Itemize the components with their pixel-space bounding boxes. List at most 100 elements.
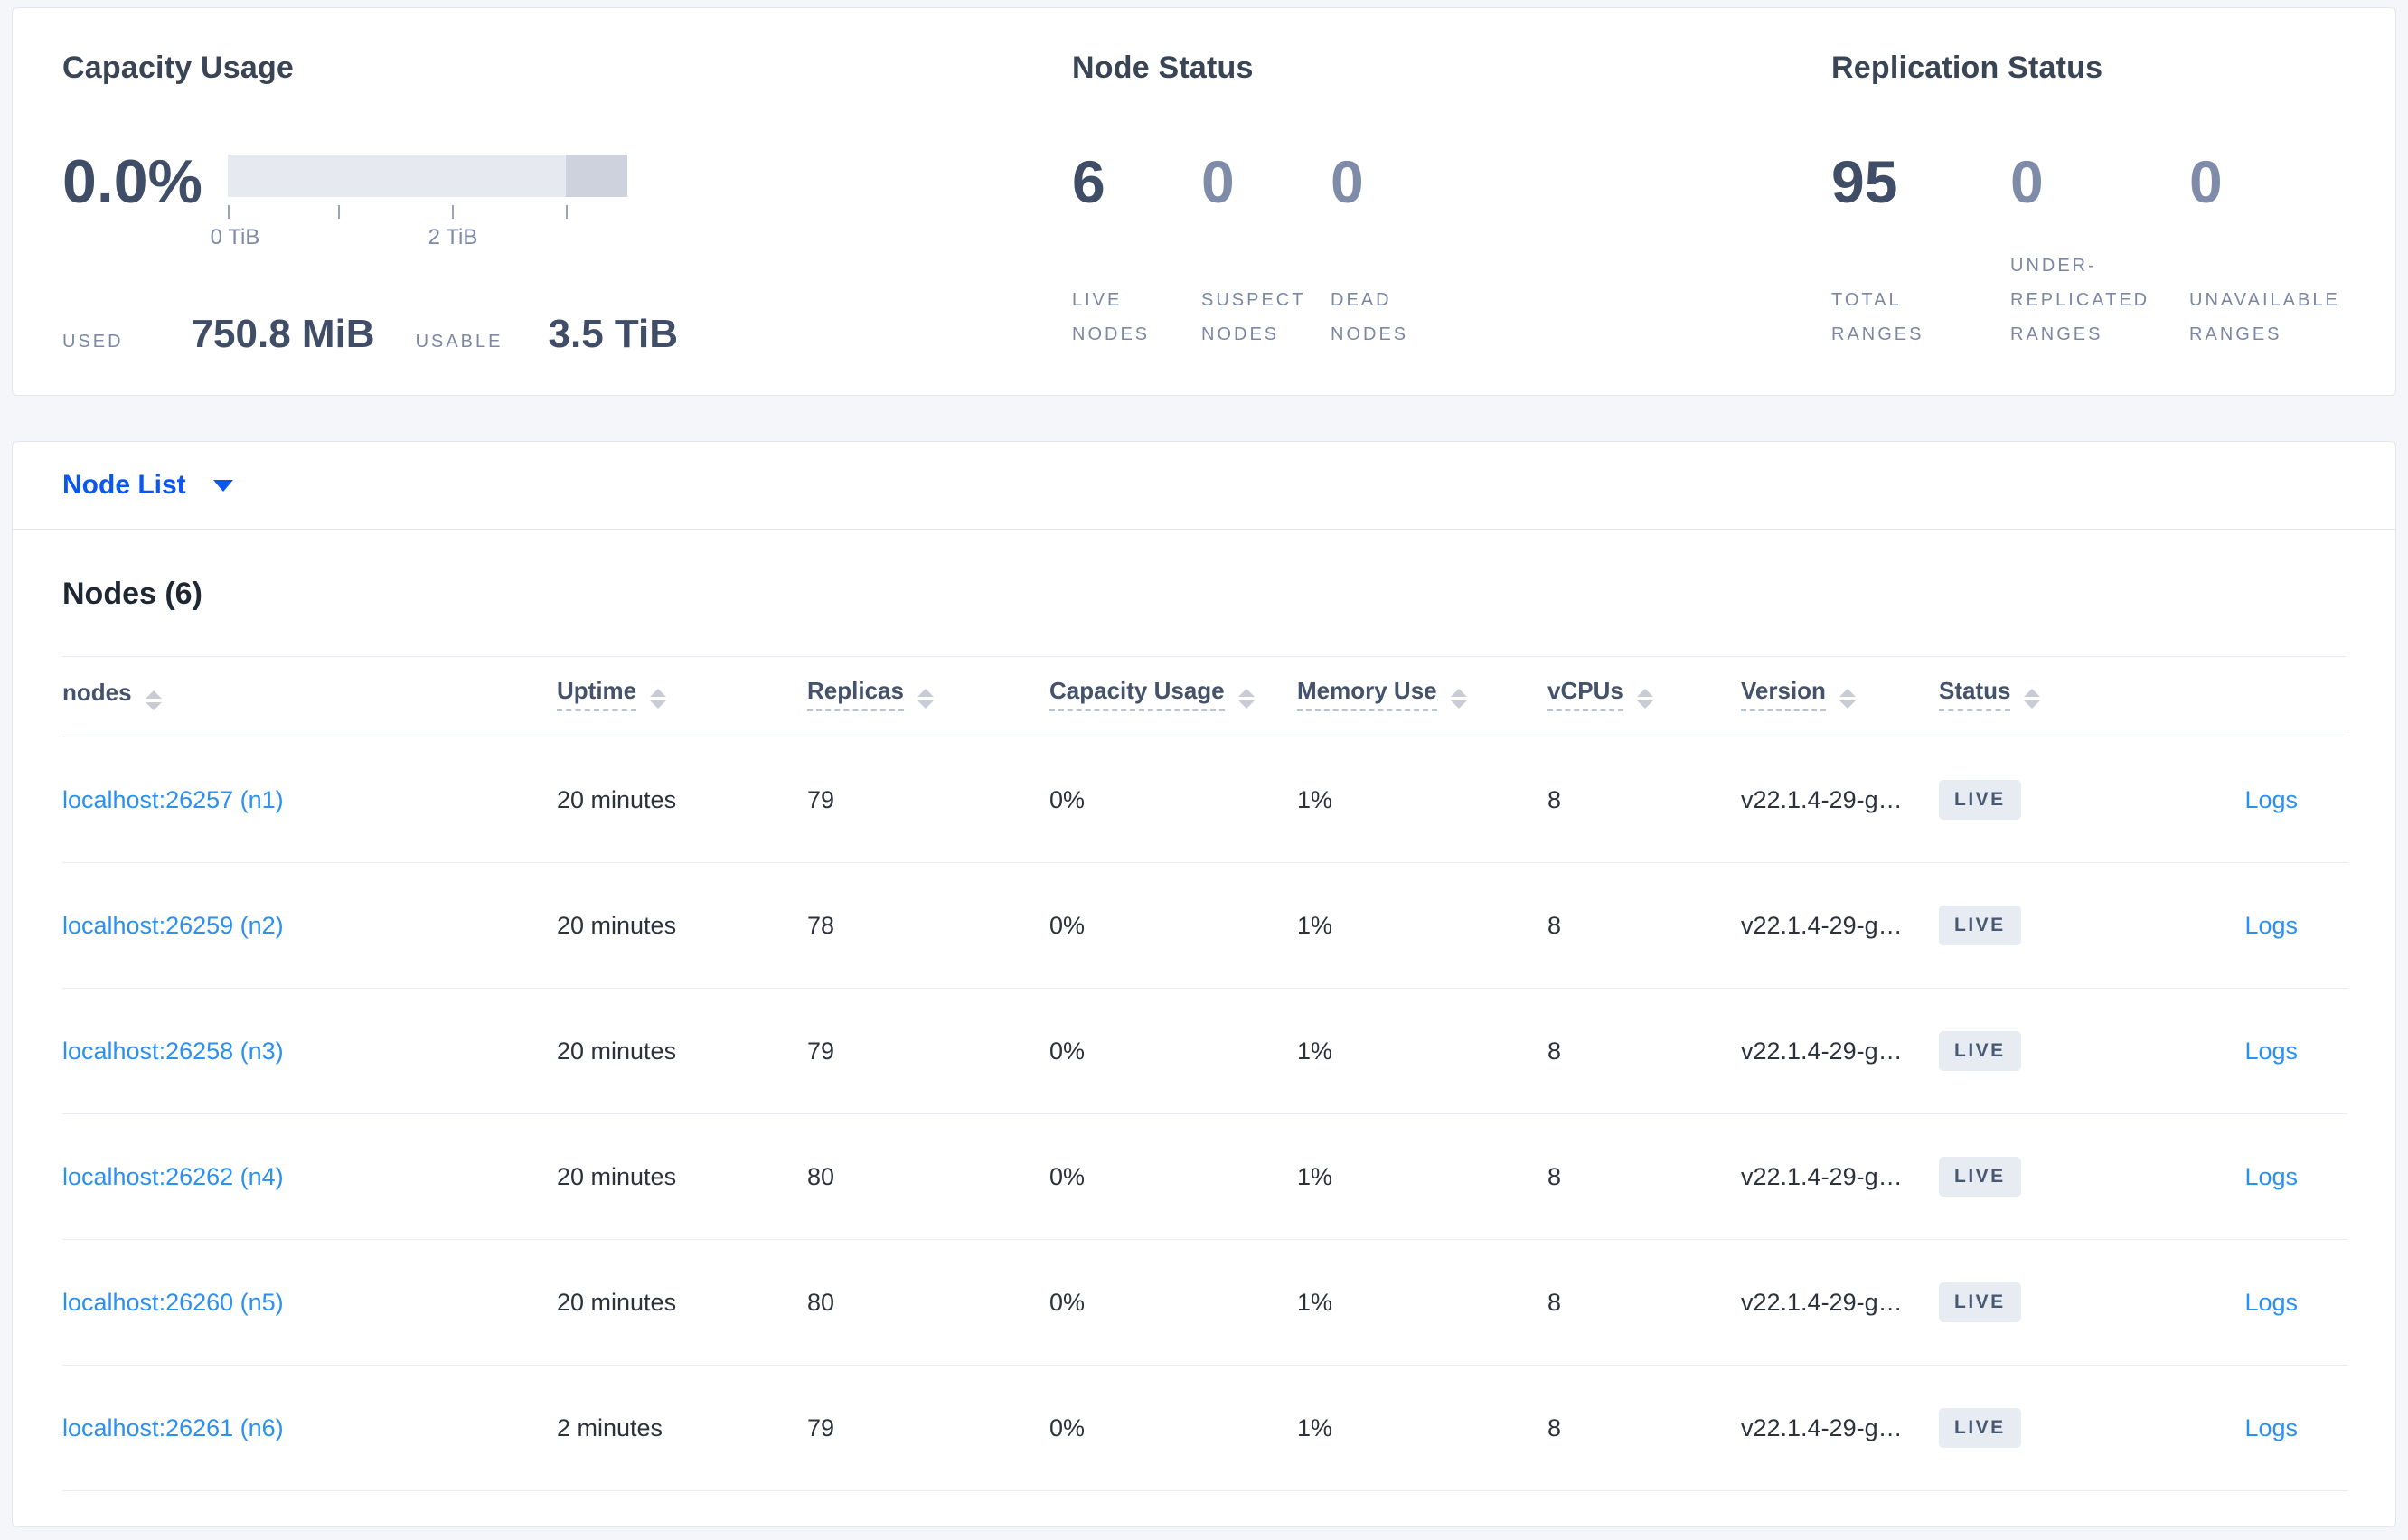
axis-label-0: 0 TiB <box>210 225 260 249</box>
status-badge: LIVE <box>1939 1031 2021 1071</box>
unavailable-ranges-stat: 0 UNAVAILABLE RANGES <box>2189 149 2383 352</box>
node-link[interactable]: localhost:26261 (n6) <box>62 1414 284 1441</box>
memory-cell: 1% <box>1297 737 1547 863</box>
node-link[interactable]: localhost:26257 (n1) <box>62 786 284 813</box>
capacity-percent: 0.0% <box>62 147 202 216</box>
dead-nodes-value: 0 <box>1331 148 1364 215</box>
node-link[interactable]: localhost:26258 (n3) <box>62 1038 284 1065</box>
sort-icon[interactable] <box>1237 689 1255 709</box>
uptime-cell: 20 minutes <box>557 737 807 863</box>
uptime-cell: 20 minutes <box>557 988 807 1114</box>
sort-icon[interactable] <box>650 689 667 709</box>
live-nodes-value: 6 <box>1072 148 1105 215</box>
sort-icon[interactable] <box>2024 689 2041 709</box>
replication-status-panel: Replication Status 95 TOTAL RANGES 0 UND… <box>1831 48 2383 352</box>
status-badge: LIVE <box>1939 1157 2021 1197</box>
table-row: localhost:26258 (n3) 20 minutes 79 0% 1%… <box>62 988 2347 1114</box>
version-cell: v22.1.4-29-g… <box>1741 1365 1939 1491</box>
logs-link[interactable]: Logs <box>2244 1038 2298 1065</box>
sort-icon[interactable] <box>1839 689 1856 709</box>
axis-tick <box>338 205 340 219</box>
logs-link[interactable]: Logs <box>2244 1414 2298 1441</box>
sort-icon[interactable] <box>1450 689 1467 709</box>
node-status-panel: Node Status 6 LIVE NODES 0 SUSPECT NODES… <box>1072 48 1795 352</box>
axis-tick <box>566 205 568 219</box>
version-cell: v22.1.4-29-g… <box>1741 1113 1939 1240</box>
capacity-used-usable-row: USED 750.8 MiB USABLE 3.5 TiB <box>62 312 1039 357</box>
total-ranges-value: 95 <box>1831 148 1898 215</box>
capacity-cell: 0% <box>1049 862 1297 989</box>
sort-icon[interactable] <box>145 690 162 710</box>
vcpus-cell: 8 <box>1547 737 1741 863</box>
uptime-cell: 20 minutes <box>557 1239 807 1366</box>
version-cell: v22.1.4-29-g… <box>1741 862 1939 989</box>
replicas-cell: 80 <box>807 1239 1049 1366</box>
vcpus-cell: 8 <box>1547 1113 1741 1240</box>
column-header-status[interactable]: Status <box>1939 657 2147 737</box>
version-cell: v22.1.4-29-g… <box>1741 988 1939 1114</box>
column-header-uptime[interactable]: Uptime <box>557 657 807 737</box>
used-value: 750.8 MiB <box>191 312 375 356</box>
capacity-usage-panel: Capacity Usage 0.0% 0 TiB 2 TiB USED 750… <box>62 48 1039 357</box>
usable-label: USABLE <box>415 332 503 352</box>
node-list-card: Node List Nodes (6) nodes Uptime Replica… <box>12 441 2396 1527</box>
under-replicated-ranges-value: 0 <box>2010 148 2044 215</box>
memory-cell: 1% <box>1297 988 1547 1114</box>
column-header-capacity-usage[interactable]: Capacity Usage <box>1049 657 1297 737</box>
memory-cell: 1% <box>1297 862 1547 989</box>
capacity-bar <box>228 155 627 197</box>
table-row: localhost:26262 (n4) 20 minutes 80 0% 1%… <box>62 1113 2347 1240</box>
column-header-vcpus[interactable]: vCPUs <box>1547 657 1741 737</box>
replicas-cell: 79 <box>807 1365 1049 1491</box>
node-list-dropdown-label[interactable]: Node List <box>62 470 186 501</box>
node-link[interactable]: localhost:26262 (n4) <box>62 1163 284 1190</box>
memory-cell: 1% <box>1297 1239 1547 1366</box>
column-header-nodes[interactable]: nodes <box>62 657 557 737</box>
capacity-cell: 0% <box>1049 1365 1297 1491</box>
replicas-cell: 79 <box>807 737 1049 863</box>
memory-cell: 1% <box>1297 1365 1547 1491</box>
vcpus-cell: 8 <box>1547 1239 1741 1366</box>
column-header-memory-use[interactable]: Memory Use <box>1297 657 1547 737</box>
capacity-axis-ticks <box>228 205 627 220</box>
capacity-cell: 0% <box>1049 1113 1297 1240</box>
logs-link[interactable]: Logs <box>2244 912 2298 939</box>
table-row: localhost:26260 (n5) 20 minutes 80 0% 1%… <box>62 1239 2347 1366</box>
replicas-cell: 80 <box>807 1113 1049 1240</box>
vcpus-cell: 8 <box>1547 988 1741 1114</box>
capacity-cell: 0% <box>1049 1239 1297 1366</box>
column-header-version[interactable]: Version <box>1741 657 1939 737</box>
capacity-gauge: 0.0% 0 TiB 2 TiB <box>62 146 1039 254</box>
sort-icon[interactable] <box>1636 689 1653 709</box>
total-ranges-label: TOTAL RANGES <box>1831 290 1924 344</box>
unavailable-ranges-label: UNAVAILABLE RANGES <box>2189 290 2340 344</box>
node-link[interactable]: localhost:26260 (n5) <box>62 1289 284 1316</box>
sort-icon[interactable] <box>917 689 934 709</box>
axis-tick <box>452 205 454 219</box>
chevron-down-icon[interactable] <box>212 479 233 492</box>
dead-nodes-label: DEAD NODES <box>1331 290 1409 344</box>
node-status-title: Node Status <box>1072 51 1254 85</box>
node-list-dropdown[interactable]: Node List <box>13 442 2395 530</box>
logs-link[interactable]: Logs <box>2244 786 2298 813</box>
column-header-replicas[interactable]: Replicas <box>807 657 1049 737</box>
suspect-nodes-stat: 0 SUSPECT NODES <box>1201 149 1307 352</box>
logs-link[interactable]: Logs <box>2244 1289 2298 1316</box>
table-row: localhost:26261 (n6) 2 minutes 79 0% 1% … <box>62 1365 2347 1491</box>
capacity-bar-block: 0 TiB 2 TiB <box>211 155 627 254</box>
vcpus-cell: 8 <box>1547 862 1741 989</box>
status-badge: LIVE <box>1939 906 2021 945</box>
uptime-cell: 20 minutes <box>557 1113 807 1240</box>
under-replicated-ranges-stat: 0 UNDER-REPLICATED RANGES <box>2010 149 2155 352</box>
axis-label-2: 2 TiB <box>428 225 478 249</box>
nodes-table: nodes Uptime Replicas Capacity Usage Mem… <box>62 657 2347 1491</box>
table-row: localhost:26259 (n2) 20 minutes 78 0% 1%… <box>62 862 2347 989</box>
memory-cell: 1% <box>1297 1113 1547 1240</box>
table-row: localhost:26257 (n1) 20 minutes 79 0% 1%… <box>62 737 2347 863</box>
suspect-nodes-label: SUSPECT NODES <box>1201 290 1306 344</box>
vcpus-cell: 8 <box>1547 1365 1741 1491</box>
logs-link[interactable]: Logs <box>2244 1163 2298 1190</box>
replicas-cell: 78 <box>807 862 1049 989</box>
capacity-cell: 0% <box>1049 988 1297 1114</box>
node-link[interactable]: localhost:26259 (n2) <box>62 912 284 939</box>
